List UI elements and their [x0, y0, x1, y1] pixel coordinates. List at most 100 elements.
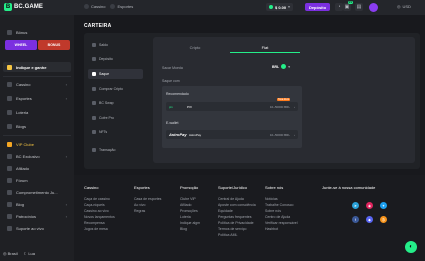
- chevron-right-icon: ›: [65, 81, 67, 87]
- instagram-icon[interactable]: ◉: [366, 202, 373, 209]
- footer-col-sports: Esportes Casa de esportes Ao vivo Regras: [134, 185, 162, 214]
- chevron-right-icon: ›: [65, 95, 67, 101]
- telegram-icon[interactable]: ➤: [352, 202, 359, 209]
- footer-link[interactable]: Jogos de mesa: [84, 226, 115, 232]
- theme-toggle[interactable]: ☾ Lua: [24, 251, 35, 256]
- top-bar: B BC.GAME Cassino Esportes $ 0.00 ▾ Depó…: [0, 0, 425, 15]
- promo-wheel[interactable]: WHEEL: [5, 40, 37, 50]
- promo-bonus[interactable]: BONUS: [38, 40, 70, 50]
- wallet-nav-transactions[interactable]: Transação: [88, 145, 143, 155]
- blog-icon: [7, 201, 12, 207]
- footer-col-casino: Cassino Caça de cassino Caça-níqueis Cas…: [84, 185, 115, 232]
- coin-icon: [269, 5, 273, 9]
- sidebar-item-affiliate[interactable]: Afiliado: [3, 163, 71, 173]
- sports-icon: [110, 4, 116, 9]
- bell-icon[interactable]: ◔: [335, 3, 343, 11]
- sidebar-item-bonus[interactable]: Bônus: [3, 27, 71, 37]
- topnav-casino[interactable]: Cassino: [84, 4, 105, 9]
- sidebar-item-sponsorships[interactable]: Patrocínios ›: [3, 211, 71, 221]
- chevron-right-icon: ›: [65, 201, 67, 207]
- headset-icon: ◐: [409, 244, 413, 250]
- balance-amount: $ 0.00: [275, 4, 287, 10]
- sports-icon: [7, 95, 12, 101]
- active-tab-indicator: [230, 52, 300, 53]
- chevron-right-icon: ›: [65, 213, 67, 219]
- shield-icon: [7, 189, 12, 195]
- sidebar-item-live-support[interactable]: Suporte ao vivo: [3, 223, 71, 233]
- method-label: Saque com: [162, 79, 180, 83]
- currency-select[interactable]: BRL ▾: [272, 64, 290, 69]
- notification-count: 29: [347, 0, 353, 4]
- balance-display[interactable]: $ 0.00 ▾: [266, 3, 293, 11]
- language-selector[interactable]: ◎ Brasil: [3, 251, 18, 256]
- topnav-sports[interactable]: Esportes: [110, 4, 133, 9]
- tab-crypto[interactable]: Cripto: [160, 43, 230, 52]
- footer-link[interactable]: Hashbot: [265, 226, 298, 232]
- sidebar: Bônus WHEEL BONUS Indique e ganhe Cassin…: [0, 15, 74, 261]
- vault-icon: [92, 116, 96, 120]
- withdraw-icon: [92, 72, 96, 76]
- sidebar-item-blogs[interactable]: Blogs: [3, 121, 71, 131]
- brand-logo[interactable]: B BC.GAME: [4, 3, 43, 11]
- withdraw-tabs: Cripto Fiat: [160, 43, 300, 52]
- wallet-nav-buy-crypto[interactable]: Comprar Cripto: [88, 84, 143, 94]
- nft-icon: [92, 130, 96, 134]
- logo-mark: B: [4, 3, 12, 11]
- globe-icon: ◎: [397, 4, 401, 9]
- ewallet-heading: E-wallet: [166, 121, 179, 125]
- recommended-heading: Recomendado: [166, 92, 189, 96]
- deposit-button[interactable]: Depósito: [305, 3, 330, 11]
- twitter-icon[interactable]: ✦: [380, 202, 387, 209]
- wallet-nav-deposit[interactable]: Depósito: [88, 54, 143, 64]
- footer-col-about: Sobre nós Notícias Trabalhe Conosco Sobr…: [265, 185, 298, 232]
- footer-col-promotion: Promoção Clube VIP Afiliado Promoções Lo…: [180, 185, 201, 232]
- headset-icon: [7, 225, 12, 231]
- chevron-right-icon: ›: [294, 104, 295, 109]
- sidebar-item-blog[interactable]: Blog ›: [3, 199, 71, 209]
- payment-option-astropay[interactable]: AstroPay AstroPay 10~50000 BRL ›: [166, 130, 298, 139]
- wallet-nav-balance[interactable]: Saldo: [88, 40, 143, 50]
- pix-logo-icon: pix: [169, 104, 173, 109]
- sidebar-item-forum[interactable]: Fórum: [3, 175, 71, 185]
- footer-community: Junte-se à nossa comunidade: [322, 185, 376, 190]
- divider: [3, 135, 71, 136]
- deposit-icon: [92, 57, 96, 61]
- sidebar-item-casino[interactable]: Cassino ›: [3, 79, 71, 89]
- list-icon: [92, 148, 96, 152]
- chat-icon[interactable]: ▤: [355, 3, 363, 11]
- facebook-icon[interactable]: f: [352, 216, 359, 223]
- casino-icon: [7, 81, 12, 87]
- gift-icon[interactable]: ▣ 29: [343, 0, 353, 11]
- footer-link[interactable]: Regras: [134, 208, 161, 214]
- logo-text: BC.GAME: [14, 4, 44, 10]
- payment-option-pix[interactable]: pix PIX 10~50000 BRL ›: [166, 102, 298, 111]
- handshake-icon: [7, 213, 12, 219]
- sidebar-item-refer[interactable]: Indique e ganhe: [3, 62, 71, 72]
- sidebar-item-exclusive[interactable]: BC Exclusivo ›: [3, 151, 71, 161]
- bitcoin-icon[interactable]: ₿: [380, 216, 387, 223]
- chevron-down-icon: ▾: [288, 5, 290, 9]
- sidebar-item-responsible[interactable]: Comprometimento Ju...: [3, 187, 71, 197]
- coins-icon: [7, 64, 12, 70]
- live-chat-button[interactable]: ◐: [405, 241, 417, 253]
- wallet-nav-swap[interactable]: BC Swap: [88, 98, 143, 108]
- page-title: CARTEIRA: [84, 23, 112, 29]
- sidebar-footer: ◎ Brasil ☾ Lua: [3, 251, 35, 256]
- wallet-nav-withdraw[interactable]: Saque: [88, 69, 143, 79]
- brazil-flag-icon: [281, 64, 287, 69]
- footer-link[interactable]: Política AML: [218, 232, 256, 238]
- wallet-icon: [92, 43, 96, 47]
- footer-link[interactable]: Blog: [180, 226, 200, 232]
- wallet-nav-vault[interactable]: Cofre Pro: [88, 113, 143, 123]
- top-nav: Cassino Esportes: [84, 4, 133, 9]
- sidebar-item-sports[interactable]: Esportes ›: [3, 93, 71, 103]
- currency-selector[interactable]: ◎ USD: [397, 4, 411, 9]
- wallet-nav-nfts[interactable]: NFTs: [88, 127, 143, 137]
- gift-icon: [7, 29, 12, 35]
- avatar[interactable]: [369, 3, 378, 12]
- discord-icon[interactable]: ◆: [366, 216, 373, 223]
- sidebar-item-vip[interactable]: VIP Clube: [3, 139, 71, 149]
- sidebar-item-lottery[interactable]: Loteria: [3, 107, 71, 117]
- tab-fiat[interactable]: Fiat: [230, 43, 300, 52]
- chevron-down-icon: ▾: [288, 64, 290, 69]
